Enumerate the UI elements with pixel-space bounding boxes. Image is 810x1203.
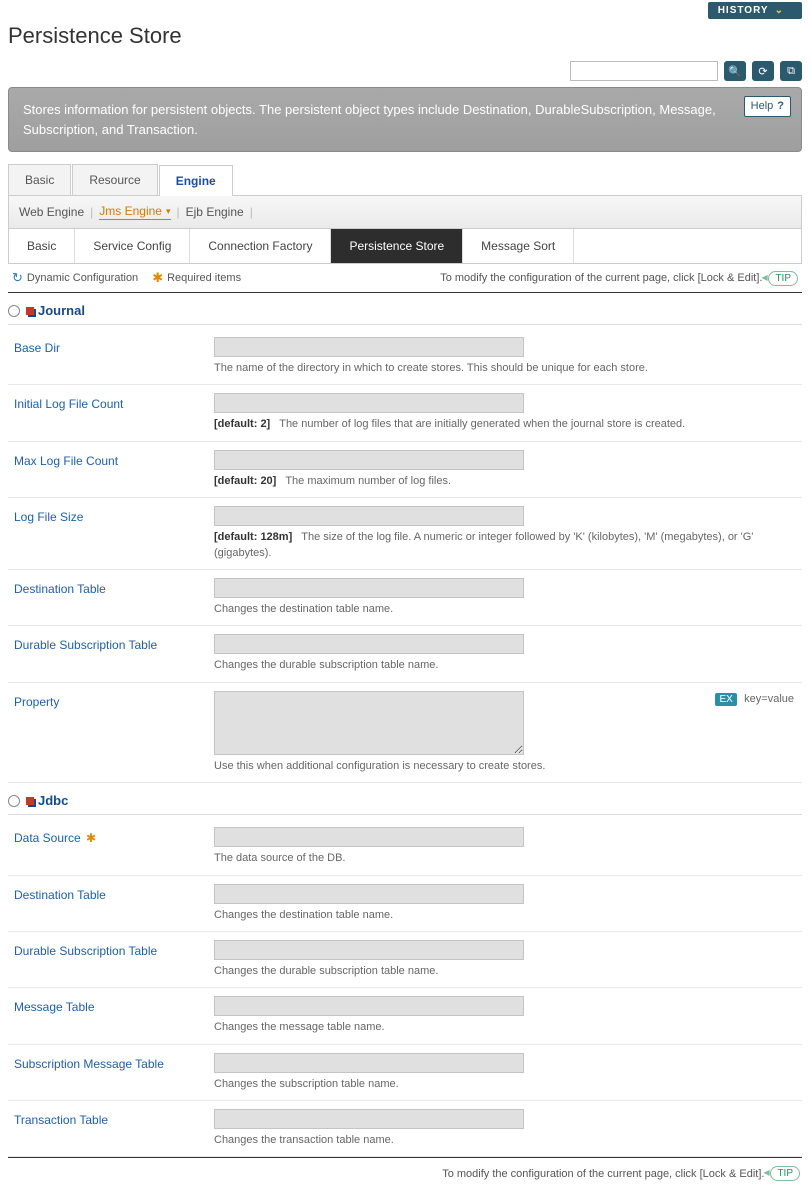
desc-initial-log-file-count: [default: 2] The number of log files tha… xyxy=(214,417,796,432)
desc-journal-destination-table: Changes the destination table name. xyxy=(214,602,796,617)
desc-transaction-table: Changes the transaction table name. xyxy=(214,1133,796,1148)
banner-text: Stores information for persistent object… xyxy=(23,102,716,137)
tab-lvl3-basic[interactable]: Basic xyxy=(9,229,75,263)
label-jdbc-destination-table: Destination Table xyxy=(8,875,208,931)
tab-ejb-engine[interactable]: Ejb Engine xyxy=(186,205,244,219)
label-data-source: Data Source ✱ xyxy=(8,819,208,875)
search-icon[interactable]: 🔍 xyxy=(724,61,746,81)
input-jdbc-destination-table[interactable] xyxy=(214,884,524,904)
radio-jdbc[interactable] xyxy=(8,795,20,807)
desc-journal-durable-subscription-table: Changes the durable subscription table n… xyxy=(214,658,796,673)
refresh-icon[interactable]: ⟳ xyxy=(752,61,774,81)
input-max-log-file-count[interactable] xyxy=(214,450,524,470)
tabs-level3: Basic Service Config Connection Factory … xyxy=(8,229,802,264)
ex-badge-icon: EX xyxy=(715,693,736,706)
ex-text: key=value xyxy=(744,693,794,705)
top-bar: HISTORY ⌄ xyxy=(0,0,810,19)
label-message-table: Message Table xyxy=(8,988,208,1044)
tab-basic[interactable]: Basic xyxy=(8,164,71,195)
separator-icon: | xyxy=(177,205,180,219)
textarea-property[interactable] xyxy=(214,691,524,755)
bottom-tip-row: To modify the configuration of the curre… xyxy=(8,1157,802,1189)
tab-resource[interactable]: Resource xyxy=(72,164,157,195)
example-hint: EX key=value xyxy=(536,691,796,705)
label-jdbc-durable-subscription-table: Durable Subscription Table xyxy=(8,931,208,987)
input-jdbc-durable-subscription-table[interactable] xyxy=(214,940,524,960)
tip-badge: TIP xyxy=(770,1166,800,1181)
desc-property: Use this when additional configuration i… xyxy=(214,759,796,774)
help-button[interactable]: Help ? xyxy=(744,96,791,117)
tab-lvl3-persistence-store[interactable]: Persistence Store xyxy=(331,229,463,263)
page-title: Persistence Store xyxy=(0,19,810,59)
section-head-jdbc[interactable]: Jdbc xyxy=(8,793,802,815)
journal-form: Base Dir The name of the directory in wh… xyxy=(8,329,802,783)
desc-data-source: The data source of the DB. xyxy=(214,851,796,866)
label-log-file-size: Log File Size xyxy=(8,498,208,570)
jdbc-form: Data Source ✱ The data source of the DB.… xyxy=(8,819,802,1157)
description-banner: Stores information for persistent object… xyxy=(8,87,802,152)
history-button[interactable]: HISTORY ⌄ xyxy=(708,2,802,19)
tab-jms-engine[interactable]: Jms Engine ▾ xyxy=(99,204,170,220)
history-label: HISTORY xyxy=(718,5,769,16)
input-journal-durable-subscription-table[interactable] xyxy=(214,634,524,654)
input-transaction-table[interactable] xyxy=(214,1109,524,1129)
xml-icon[interactable]: ⧉ xyxy=(780,61,802,81)
tab-lvl3-service-config[interactable]: Service Config xyxy=(75,229,190,263)
label-max-log-file-count: Max Log File Count xyxy=(8,441,208,497)
tab-lvl3-connection-factory[interactable]: Connection Factory xyxy=(190,229,331,263)
tabs-level1: Basic Resource Engine xyxy=(8,164,802,196)
input-subscription-message-table[interactable] xyxy=(214,1053,524,1073)
desc-base-dir: The name of the directory in which to cr… xyxy=(214,361,796,376)
radio-journal[interactable] xyxy=(8,305,20,317)
section-title-jdbc: Jdbc xyxy=(38,793,68,808)
desc-subscription-message-table: Changes the subscription table name. xyxy=(214,1077,796,1092)
input-log-file-size[interactable] xyxy=(214,506,524,526)
help-icon: ? xyxy=(777,98,784,115)
desc-message-table: Changes the message table name. xyxy=(214,1020,796,1035)
section-icon xyxy=(26,797,34,805)
label-transaction-table: Transaction Table xyxy=(8,1101,208,1157)
chevron-down-icon: ⌄ xyxy=(775,5,784,16)
desc-jdbc-durable-subscription-table: Changes the durable subscription table n… xyxy=(214,964,796,979)
label-subscription-message-table: Subscription Message Table xyxy=(8,1044,208,1100)
tip-text: To modify the configuration of the curre… xyxy=(440,272,762,284)
section-title-journal: Journal xyxy=(38,303,85,318)
help-label: Help xyxy=(751,98,774,115)
label-initial-log-file-count: Initial Log File Count xyxy=(8,385,208,441)
section-icon xyxy=(26,307,34,315)
input-initial-log-file-count[interactable] xyxy=(214,393,524,413)
label-journal-destination-table: Destination Table xyxy=(8,569,208,625)
label-base-dir: Base Dir xyxy=(8,329,208,385)
search-input[interactable] xyxy=(570,61,718,81)
tab-lvl3-message-sort[interactable]: Message Sort xyxy=(463,229,574,263)
input-base-dir[interactable] xyxy=(214,337,524,357)
tip-badge: TIP xyxy=(768,271,798,286)
input-data-source[interactable] xyxy=(214,827,524,847)
label-property: Property xyxy=(8,682,208,782)
tab-web-engine[interactable]: Web Engine xyxy=(19,205,84,219)
separator-icon: | xyxy=(90,205,93,219)
legend-row: ↻ Dynamic Configuration ✱ Required items… xyxy=(8,264,802,293)
required-star-icon: ✱ xyxy=(152,270,163,286)
desc-jdbc-destination-table: Changes the destination table name. xyxy=(214,908,796,923)
label-journal-durable-subscription-table: Durable Subscription Table xyxy=(8,626,208,682)
chevron-down-icon: ▾ xyxy=(166,206,171,217)
required-items-label: Required items xyxy=(167,272,241,284)
tab-engine[interactable]: Engine xyxy=(159,165,233,196)
section-head-journal[interactable]: Journal xyxy=(8,303,802,325)
desc-max-log-file-count: [default: 20] The maximum number of log … xyxy=(214,474,796,489)
bottom-tip-text: To modify the configuration of the curre… xyxy=(442,1168,764,1180)
tab-jms-engine-label: Jms Engine xyxy=(99,204,162,218)
dynamic-config-label: Dynamic Configuration xyxy=(27,272,138,284)
input-message-table[interactable] xyxy=(214,996,524,1016)
search-row: 🔍 ⟳ ⧉ xyxy=(0,59,810,87)
tabs-level2: Web Engine | Jms Engine ▾ | Ejb Engine | xyxy=(8,196,802,229)
sync-icon: ↻ xyxy=(12,270,23,286)
required-star-icon: ✱ xyxy=(86,831,96,845)
desc-log-file-size: [default: 128m] The size of the log file… xyxy=(214,530,796,561)
separator-icon: | xyxy=(250,205,253,219)
input-journal-destination-table[interactable] xyxy=(214,578,524,598)
